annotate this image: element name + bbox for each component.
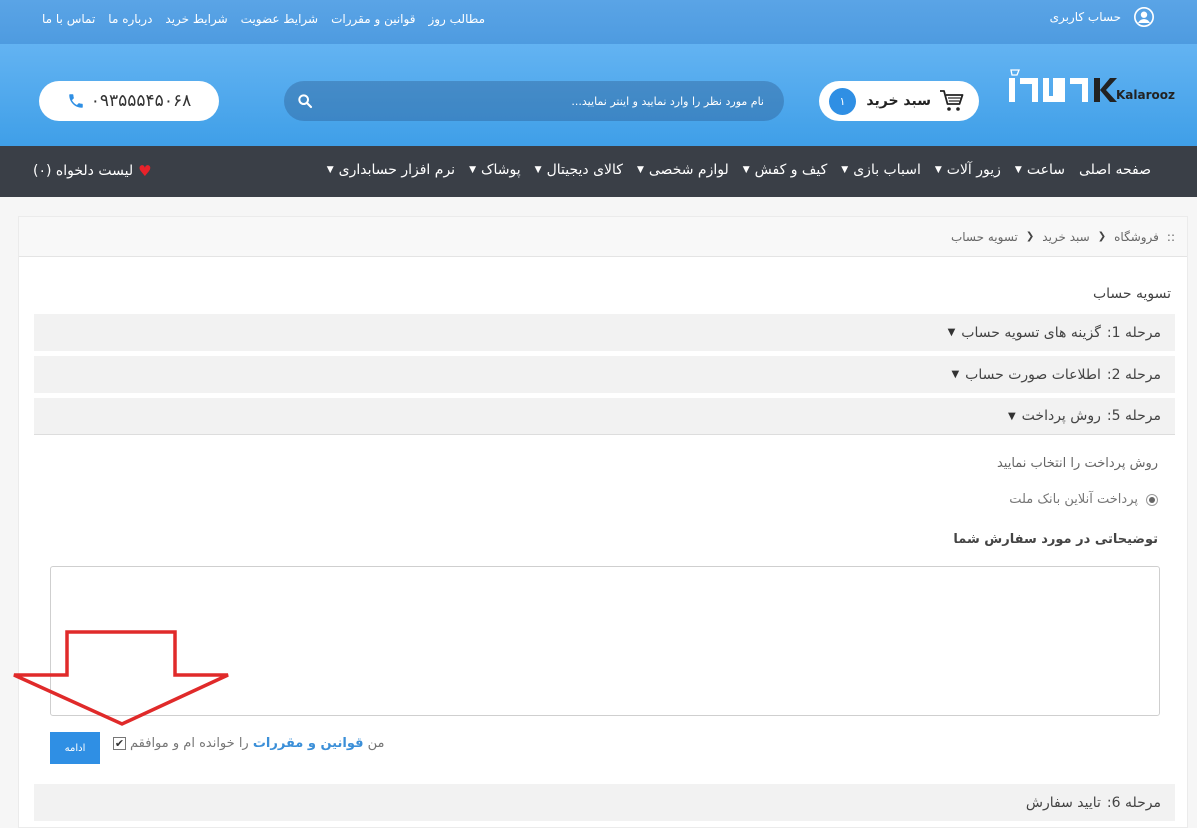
nav-item-toys[interactable]: اسباب بازی ▼ [841, 162, 921, 178]
breadcrumb: :: فروشگاه ❮ سبد خرید ❮ تسویه حساب [19, 217, 1187, 257]
phone-icon [69, 94, 83, 108]
search-input[interactable] [324, 81, 764, 121]
chevron-left-icon: ❮ [1025, 231, 1035, 242]
phone-number: ۰۹۳۵۵۵۴۵۰۶۸ [90, 91, 192, 111]
nav-item-bags-shoes[interactable]: کیف و کفش ▼ [743, 162, 828, 178]
breadcrumb-store[interactable]: فروشگاه [1114, 230, 1159, 244]
breadcrumb-marker: :: [1166, 229, 1175, 244]
account-link[interactable]: حساب کاربری [1050, 6, 1155, 28]
payment-option-mellat[interactable]: پرداخت آنلاین بانک ملت [1009, 492, 1158, 507]
step-2-header[interactable]: مرحله 2: اطلاعات صورت حساب ▼ [34, 356, 1175, 393]
chevron-down-icon: ▼ [1014, 165, 1022, 175]
payment-option-label: پرداخت آنلاین بانک ملت [1009, 492, 1138, 507]
breadcrumb-cart[interactable]: سبد خرید [1042, 230, 1089, 244]
top-bar: مطالب روز قوانین و مقررات شرایط عضویت شر… [0, 0, 1197, 44]
top-link-contact[interactable]: تماس با ما [42, 12, 95, 26]
chevron-down-icon: ▼ [469, 165, 476, 175]
svg-text:Kalarooz: Kalarooz [1116, 88, 1175, 102]
chevron-down-icon: ▼ [534, 165, 542, 175]
payment-radio[interactable] [1146, 493, 1158, 506]
agree-checkbox[interactable]: ✔ [113, 737, 126, 750]
red-arrow-annotation [13, 630, 229, 726]
top-links: مطالب روز قوانین و مقررات شرایط عضویت شر… [42, 12, 485, 26]
caret-down-icon: ▼ [1007, 410, 1016, 422]
cart-label: سبد خرید [866, 93, 931, 109]
terms-link[interactable]: قوانین و مقررات [253, 736, 364, 751]
step-6-header[interactable]: مرحله 6: تایید سفارش [34, 784, 1175, 821]
chevron-down-icon: ▼ [742, 165, 750, 175]
nav-menu: صفحه اصلی ساعت ▼ زیور آلات ▼ اسباب بازی ▼ ک… [327, 162, 1151, 178]
step-1-header[interactable]: مرحله 1: گزینه های تسویه حساب ▼ [34, 314, 1175, 351]
caret-down-icon: ▼ [947, 327, 956, 338]
top-link-daily-posts[interactable]: مطالب روز [428, 12, 485, 26]
top-link-terms[interactable]: قوانین و مقررات [331, 12, 415, 26]
top-link-about[interactable]: درباره ما [108, 12, 152, 26]
site-logo[interactable]: Kalarooz [1006, 66, 1176, 116]
chevron-down-icon: ▼ [326, 165, 334, 175]
search-icon[interactable] [297, 93, 313, 109]
breadcrumb-checkout[interactable]: تسویه حساب [951, 230, 1018, 244]
chevron-left-icon: ❮ [1097, 231, 1107, 242]
search-bar [284, 81, 784, 121]
main-nav: صفحه اصلی ساعت ▼ زیور آلات ▼ اسباب بازی ▼ ک… [0, 146, 1197, 197]
payment-instruction: روش پرداخت را انتخاب نمایید [996, 456, 1158, 471]
chevron-down-icon: ▼ [934, 165, 942, 175]
cart-count-badge: ۱ [829, 88, 856, 115]
continue-button[interactable]: ادامه [50, 732, 100, 764]
page-title: تسویه حساب [1092, 286, 1171, 302]
cart-icon [940, 90, 964, 111]
account-label: حساب کاربری [1049, 10, 1121, 24]
caret-down-icon: ▼ [951, 369, 960, 380]
agree-prefix: من [367, 736, 385, 751]
wishlist-link[interactable]: ♥ لیست دلخواه (۰) [33, 162, 152, 180]
top-link-membership[interactable]: شرایط عضویت [241, 12, 318, 26]
user-icon [1134, 7, 1154, 27]
chevron-down-icon: ▼ [841, 165, 849, 175]
chevron-down-icon: ▼ [636, 165, 644, 175]
nav-item-digital[interactable]: کالای دیجیتال ▼ [535, 162, 623, 178]
wishlist-label: لیست دلخواه (۰) [33, 163, 134, 179]
top-link-purchase-terms[interactable]: شرایط خرید [165, 12, 227, 26]
agree-row: ✔ من قوانین و مقررات را خوانده ام و مواف… [113, 736, 385, 751]
heart-icon: ♥ [138, 162, 152, 180]
checkout-card: :: فروشگاه ❮ سبد خرید ❮ تسویه حساب تسویه… [18, 216, 1188, 828]
nav-item-accounting-software[interactable]: نرم افزار حسابداری ▼ [327, 162, 455, 178]
nav-item-jewelry[interactable]: زیور آلات ▼ [935, 162, 1001, 178]
agree-suffix: را خوانده ام و موافقم [130, 736, 249, 751]
cart-button[interactable]: سبد خرید ۱ [819, 81, 979, 121]
nav-item-watches[interactable]: ساعت ▼ [1015, 162, 1065, 178]
phone-box[interactable]: ۰۹۳۵۵۵۴۵۰۶۸ [39, 81, 219, 121]
step-5-header[interactable]: مرحله 5: روش پرداخت ▼ [34, 398, 1175, 435]
nav-item-clothing[interactable]: پوشاک ▼ [469, 162, 521, 178]
header: ۰۹۳۵۵۵۴۵۰۶۸ سبد خرید ۱ [0, 44, 1197, 146]
nav-item-personal[interactable]: لوازم شخصی ▼ [637, 162, 729, 178]
comment-label: توضیحاتی در مورد سفارش شما [953, 532, 1158, 547]
nav-item-home[interactable]: صفحه اصلی [1079, 162, 1151, 178]
